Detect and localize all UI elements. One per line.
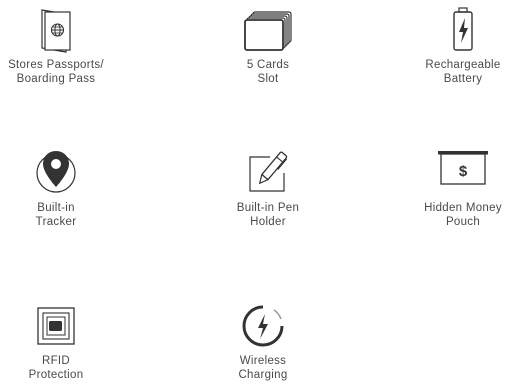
card-stack-icon (244, 11, 292, 51)
feature-label: Built-in Tracker (35, 202, 77, 228)
wireless-charging-icon (242, 305, 284, 347)
rfid-chip-icon (37, 307, 75, 345)
passport-globe-icon (41, 9, 71, 53)
feature-passport: Stores Passports/Boarding Pass (0, 6, 121, 86)
feature-label: Hidden Money Pouch (424, 202, 502, 228)
feature-pen: Built-in Pen Holder (203, 147, 333, 229)
feature-label: Wireless Charging (238, 355, 288, 381)
feature-label: Built-in Pen Holder (236, 202, 300, 228)
feature-label: Stores Passports/Boarding Pass (8, 59, 104, 85)
feature-battery: Rechargeable Battery (398, 6, 509, 86)
feature-wireless-charging: Wireless Charging (198, 302, 328, 382)
feature-money-pouch: $ Hidden Money Pouch (398, 147, 509, 229)
pen-holder-icon (249, 151, 288, 192)
location-tracker-icon (36, 151, 76, 193)
feature-tracker: Built-in Tracker (0, 147, 121, 229)
svg-text:$: $ (459, 163, 468, 180)
feature-rfid: RFID Protection (0, 302, 121, 382)
feature-label: Rechargeable Battery (425, 59, 501, 85)
feature-label: 5 Cards Slot (246, 59, 290, 85)
money-pouch-icon: $ (438, 151, 488, 185)
feature-cards: 5 Cards Slot (203, 6, 333, 86)
battery-charging-icon (453, 7, 473, 51)
feature-label: RFID Protection (28, 355, 84, 381)
